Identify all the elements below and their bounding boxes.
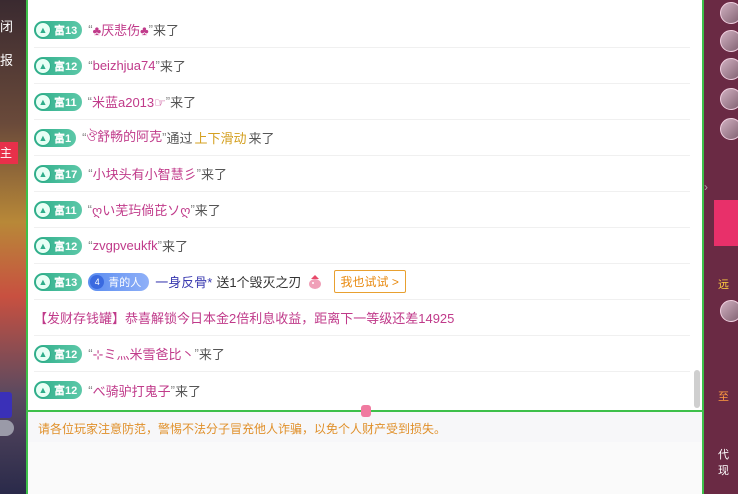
- level-text: 富12: [54, 348, 78, 361]
- avatar[interactable]: [720, 300, 738, 322]
- chat-system-row: 【发财存钱罐】恭喜解锁今日本金2倍利息收益，距离下一等级还差14925: [34, 300, 690, 336]
- system-message: 【发财存钱罐】恭喜解锁今日本金2倍利息收益，距离下一等级还差14925: [34, 311, 455, 326]
- gift-text: 送1个毁灭之刃: [216, 275, 302, 290]
- level-icon: ▲: [35, 201, 51, 218]
- avatar[interactable]: [720, 88, 738, 110]
- right-label: 至: [718, 391, 729, 403]
- user-nick[interactable]: 小块头有小智慧彡: [93, 164, 197, 183]
- level-text: 富13: [54, 24, 78, 37]
- avatar[interactable]: [720, 2, 738, 24]
- level-text: 富11: [54, 204, 77, 217]
- enter-suffix: 来了: [248, 131, 275, 146]
- level-text: 富11: [54, 96, 77, 109]
- user-nick[interactable]: ♣厌悲伤♣: [93, 20, 149, 39]
- left-blue-button[interactable]: [0, 392, 12, 418]
- avatar[interactable]: [720, 118, 738, 140]
- level-icon: ▲: [35, 93, 51, 110]
- avatar[interactable]: [720, 30, 738, 52]
- level-icon: ▲: [35, 57, 51, 74]
- enter-suffix: 来了: [198, 347, 225, 362]
- left-fragment-text: 闭: [0, 19, 14, 34]
- level-text: 富13: [54, 276, 78, 289]
- chat-message-row: ▲ 富12 “べ骑驴打鬼子” 来了: [34, 372, 690, 408]
- user-nick[interactable]: zvgpveukfk: [93, 238, 158, 253]
- level-text: 富1: [54, 132, 72, 145]
- chat-message-row: ▲ 富17 “小块头有小智慧彡” 来了: [34, 156, 690, 192]
- avatar[interactable]: [720, 58, 738, 80]
- anti-fraud-notice: 请各位玩家注意防范，警惕不法分子冒充他人诈骗，以免个人财产受到损失。: [38, 422, 447, 436]
- gift-icon: [308, 274, 321, 289]
- wealth-level-badge[interactable]: ▲ 富12: [34, 236, 83, 255]
- enter-suffix: 来了: [153, 23, 180, 38]
- enter-suffix: 来了: [194, 203, 221, 218]
- chat-message-row: ▲ 富12 “⊹ミ灬米雪爸比丶” 来了: [34, 336, 690, 372]
- fan-club-badge[interactable]: 4 青的人: [88, 272, 150, 291]
- level-icon: ▲: [35, 21, 51, 38]
- level-icon: ▲: [35, 165, 51, 182]
- wealth-level-badge[interactable]: ▲ 富12: [34, 381, 83, 399]
- enter-suffix: 来了: [174, 383, 201, 399]
- wealth-level-badge[interactable]: ▲ 富13: [34, 272, 83, 291]
- chat-message-row: ▲ 富11 “ღい芜玙倘芘ソღ” 来了: [34, 192, 690, 228]
- chat-message-row: ▲ 富12 “zvgpveukfk” 来了: [34, 228, 690, 264]
- try-gift-button[interactable]: 我也试试 >: [333, 270, 406, 293]
- level-icon: ▲: [35, 382, 51, 398]
- user-nick[interactable]: べ骑驴打鬼子: [93, 381, 171, 400]
- level-icon: ▲: [35, 273, 51, 290]
- fan-name: 青的人: [108, 276, 142, 289]
- resize-handle[interactable]: [361, 405, 371, 417]
- chat-message-row: ▲ 富13 “♣厌悲伤♣” 来了: [34, 12, 690, 48]
- wealth-level-badge[interactable]: ▲ 富11: [34, 92, 82, 111]
- level-icon: ▲: [35, 237, 51, 254]
- wealth-level-badge[interactable]: ▲ 富11: [34, 200, 82, 219]
- enter-suffix: 来了: [200, 167, 227, 182]
- enter-suffix: 来了: [159, 59, 186, 74]
- chat-message-row: ▲ 富11 “米蓝a2013☞” 来了: [34, 84, 690, 120]
- left-red-tag[interactable]: 主: [0, 142, 18, 164]
- level-text: 富17: [54, 168, 78, 181]
- collapse-arrow-icon[interactable]: ›: [704, 180, 714, 200]
- volume-icon[interactable]: [0, 420, 14, 436]
- chat-message-row: ▲ 富1 “ঔ舒畅的阿克” 通过 上下滑动 来了: [34, 120, 690, 156]
- chat-scrollbar[interactable]: [694, 370, 700, 408]
- video-area-left: 闭 报 主: [0, 0, 26, 494]
- chat-message-list[interactable]: ▲ 富13 “♣厌悲伤♣” 来了 ▲ 富12 “beizhjua74” 来了 ▲ 富11 …: [28, 0, 702, 410]
- chat-input-area[interactable]: [28, 442, 702, 494]
- wealth-level-badge[interactable]: ▲ 富1: [34, 128, 77, 147]
- fan-level: 4: [90, 274, 105, 289]
- level-icon: ▲: [35, 345, 51, 362]
- level-text: 富12: [54, 240, 78, 253]
- level-icon: ▲: [35, 129, 51, 146]
- user-nick[interactable]: beizhjua74: [93, 58, 156, 73]
- chat-gift-row: ▲ 富13 4 青的人 一身反骨* 送1个毁灭之刃 我也试试 >: [34, 264, 690, 300]
- right-label: 代现: [718, 449, 729, 477]
- chat-message-row: ▲ 富12 “beizhjua74” 来了: [34, 48, 690, 84]
- chat-panel: ▲ 富13 “♣厌悲伤♣” 来了 ▲ 富12 “beizhjua74” 来了 ▲ 富11 …: [26, 0, 704, 494]
- via-highlight: 上下滑动: [194, 131, 247, 146]
- enter-suffix: 来了: [161, 239, 188, 254]
- user-nick[interactable]: ঔ舒畅的阿克: [86, 126, 162, 149]
- enter-suffix: 来了: [170, 95, 197, 110]
- user-nick[interactable]: 米蓝a2013☞: [92, 92, 166, 111]
- level-text: 富12: [54, 385, 78, 397]
- right-label: 远: [718, 279, 729, 291]
- right-promo-block[interactable]: [714, 200, 738, 246]
- user-nick[interactable]: ღい芜玙倘芘ソღ: [92, 200, 190, 219]
- wealth-level-badge[interactable]: ▲ 富17: [34, 164, 83, 183]
- via-prefix: 通过: [166, 131, 193, 146]
- right-sidebar: › 远 至 代现: [704, 0, 738, 494]
- user-nick[interactable]: ⊹ミ灬米雪爸比丶: [93, 344, 195, 363]
- level-text: 富12: [54, 60, 78, 73]
- wealth-level-badge[interactable]: ▲ 富13: [34, 20, 83, 39]
- user-nick[interactable]: 一身反骨*: [155, 272, 212, 291]
- wealth-level-badge[interactable]: ▲ 富12: [34, 344, 83, 363]
- left-fragment-text: 报: [0, 53, 14, 68]
- wealth-level-badge[interactable]: ▲ 富12: [34, 56, 83, 75]
